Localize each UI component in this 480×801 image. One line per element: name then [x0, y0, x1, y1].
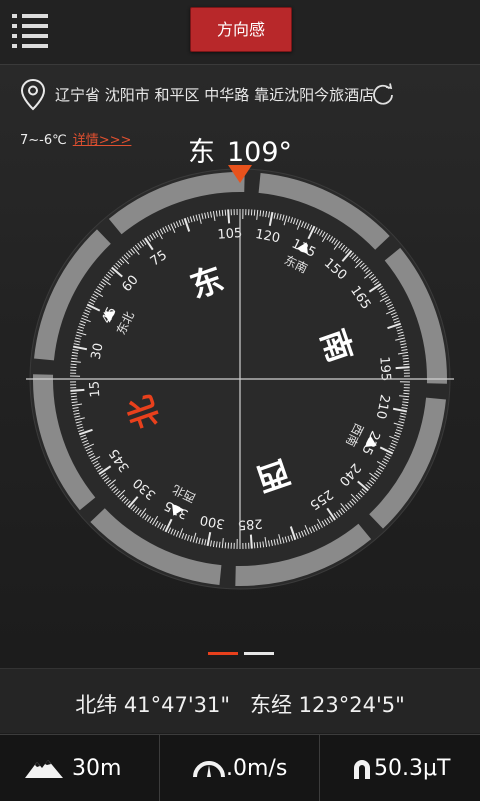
degree-label: 285 — [237, 515, 263, 532]
speedometer-icon — [192, 757, 226, 779]
compass-dial[interactable]: 1530456075105120135150165195210225240255… — [0, 160, 480, 600]
tick-mark — [71, 364, 77, 365]
speed-value: .0m/s — [226, 756, 287, 781]
magnetic-stat[interactable]: 50.3μT — [320, 735, 479, 801]
magnet-icon — [350, 757, 374, 781]
tick-mark — [403, 361, 409, 362]
page-dot[interactable] — [244, 652, 274, 655]
stats-bar: 30m .0m/s 50.3μT — [0, 734, 480, 801]
speed-stat[interactable]: .0m/s — [160, 735, 319, 801]
altitude-stat[interactable]: 30m — [0, 735, 159, 801]
tick-mark — [70, 390, 84, 391]
tick-mark — [396, 367, 410, 368]
degree-label: 195 — [376, 356, 393, 382]
tick-mark — [257, 542, 258, 548]
tick-mark — [254, 210, 255, 216]
tick-mark — [228, 209, 229, 223]
latitude-text: 北纬 41°47'31" — [75, 693, 230, 717]
title-button[interactable]: 方向感 — [190, 7, 292, 52]
tick-mark — [403, 393, 409, 394]
tick-mark — [71, 396, 77, 397]
degree-label: 15 — [87, 380, 103, 398]
coordinates-bar: 北纬 41°47'31" 东经 123°24'5" — [0, 668, 480, 733]
magnetic-value: 50.3μT — [374, 756, 450, 781]
altitude-value: 30m — [72, 756, 121, 781]
tick-mark — [225, 542, 226, 548]
location-pin-icon — [20, 78, 46, 112]
location-address: 辽宁省 沈阳市 和平区 中华路 靠近沈阳今旅酒店 — [55, 84, 374, 105]
mountain-icon — [24, 757, 64, 779]
degree-label: 105 — [217, 226, 243, 243]
tick-mark — [403, 364, 409, 365]
tick-mark — [251, 535, 252, 549]
refresh-icon[interactable] — [370, 82, 396, 108]
compass-screen: 方向感 辽宁省 沈阳市 和平区 中华路 靠近沈阳今旅酒店 7~-6℃详情>>> … — [0, 0, 480, 800]
menu-icon[interactable] — [12, 14, 50, 48]
page-dot-active[interactable] — [208, 652, 238, 655]
degree-label: 30 — [89, 342, 107, 361]
tick-mark — [225, 210, 226, 216]
divider — [0, 64, 480, 65]
longitude-text: 东经 123°24'5" — [250, 693, 405, 717]
location-row: 辽宁省 沈阳市 和平区 中华路 靠近沈阳今旅酒店 — [0, 76, 480, 112]
tick-mark — [254, 542, 255, 548]
tick-mark — [222, 210, 223, 216]
top-bar: 方向感 — [0, 0, 480, 64]
tick-mark — [71, 393, 77, 394]
